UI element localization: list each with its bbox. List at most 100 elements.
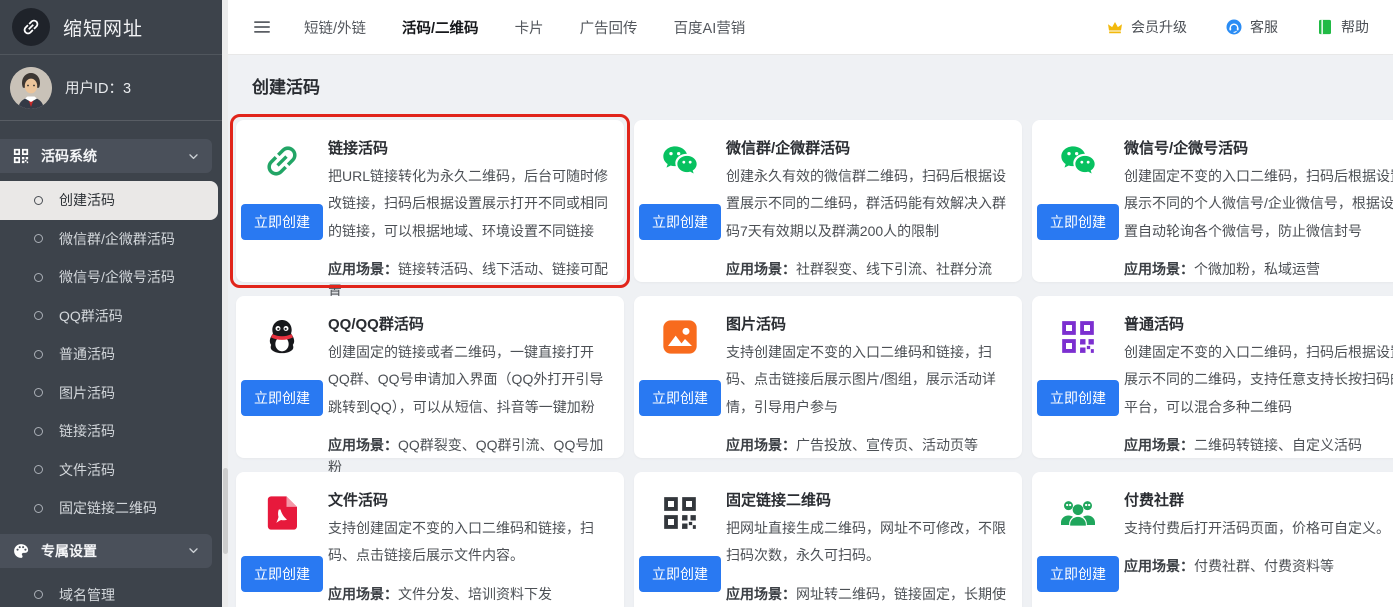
tab-ad-postback[interactable]: 广告回传 [580, 17, 638, 38]
sidebar-item-normal-live-code[interactable]: 普通活码 [0, 335, 222, 374]
crown-icon [1106, 18, 1124, 36]
member-upgrade-label: 会员升级 [1131, 17, 1187, 37]
card-description: 创建永久有效的微信群二维码，扫码后根据设置展示不同的二维码，群活码能有效解决入群… [726, 163, 1006, 245]
scenario-text: 广告投放、宣传页、活动页等 [796, 437, 978, 453]
card-description: 支持付费后打开活码页面，价格可自定义。 [1124, 515, 1393, 542]
card-scenario: 应用场景：社群裂变、线下引流、社群分流 [726, 258, 1006, 280]
create-now-button[interactable]: 立即创建 [639, 204, 721, 240]
card-description: 创建固定不变的入口二维码，扫码后根据设置展示不同的个人微信号/企业微信号，根据设… [1124, 163, 1393, 245]
tab-short-links[interactable]: 短链/外链 [304, 17, 366, 38]
customer-service-label: 客服 [1250, 17, 1278, 37]
scenario-prefix: 应用场景： [1124, 437, 1194, 453]
sidebar-item-label: 图片活码 [59, 383, 115, 403]
circle-marker-icon [34, 388, 43, 397]
scenario-prefix: 应用场景： [1124, 558, 1194, 574]
create-now-button[interactable]: 立即创建 [241, 556, 323, 592]
wechat-account-card: 立即创建 微信号/企微号活码 创建固定不变的入口二维码，扫码后根据设置展示不同的… [1032, 120, 1393, 282]
card-title: 付费社群 [1124, 489, 1393, 510]
circle-marker-icon [34, 427, 43, 436]
chevron-down-icon [187, 150, 200, 163]
card-description: 创建固定不变的入口二维码，扫码后根据设置展示不同的二维码，支持任意支持长按扫码的… [1124, 339, 1393, 421]
tab-baidu-ai-marketing[interactable]: 百度AI营销 [674, 17, 746, 38]
scenario-prefix: 应用场景： [726, 437, 796, 453]
member-upgrade-button[interactable]: 会员升级 [1106, 17, 1187, 37]
create-now-button[interactable]: 立即创建 [639, 556, 721, 592]
customer-service-icon [1225, 18, 1243, 36]
tab-live-code-qrcode[interactable]: 活码/二维码 [402, 17, 479, 38]
scenario-text: 文件分发、培训资料下发 [398, 586, 552, 602]
sidebar-user-panel: 用户ID：3 [0, 55, 222, 121]
card-scenario: 应用场景：个微加粉，私域运营 [1124, 258, 1393, 280]
scenario-text: 付费社群、付费资料等 [1194, 558, 1334, 574]
scenario-text: 个微加粉，私域运营 [1194, 261, 1320, 277]
wechat-group-card: 立即创建 微信群/企微群活码 创建永久有效的微信群二维码，扫码后根据设置展示不同… [634, 120, 1022, 282]
help-label: 帮助 [1341, 17, 1369, 37]
sidebar-item-label: 文件活码 [59, 460, 115, 480]
scenario-prefix: 应用场景： [726, 261, 796, 277]
card-title: QQ/QQ群活码 [328, 313, 608, 334]
sidebar-item-label: 链接活码 [59, 421, 115, 441]
app-title: 缩短网址 [63, 14, 143, 41]
sidebar-item-fixed-link-qrcode[interactable]: 固定链接二维码 [0, 489, 222, 528]
sidebar-item-wechat-account-code[interactable]: 微信号/企微号活码 [0, 258, 222, 297]
sidebar-group-exclusive-settings[interactable]: 专属设置 [0, 534, 212, 568]
qrcode-icon [1057, 316, 1099, 358]
paid-community-card: 立即创建 付费社群 支持付费后打开活码页面，价格可自定义。 应用场景：付费社群、… [1032, 472, 1393, 607]
sidebar-item-label: 微信群/企微群活码 [59, 229, 175, 249]
sidebar-item-label: QQ群活码 [59, 306, 123, 326]
create-now-button[interactable]: 立即创建 [639, 380, 721, 416]
circle-marker-icon [34, 350, 43, 359]
help-button[interactable]: 帮助 [1316, 17, 1369, 37]
card-description: 把URL链接转化为永久二维码，后台可随时修改链接，扫码后根据设置展示打开不同或相… [328, 163, 608, 245]
create-now-button[interactable]: 立即创建 [1037, 380, 1119, 416]
user-avatar [10, 67, 52, 109]
wechat-icon [659, 140, 701, 182]
sidebar-logo: 缩短网址 [0, 0, 222, 55]
circle-marker-icon [34, 196, 43, 205]
sidebar-item-domain-management[interactable]: 域名管理 [0, 576, 222, 607]
card-description: 支持创建固定不变的入口二维码和链接，扫码、点击链接后展示文件内容。 [328, 515, 608, 570]
qq-live-code-card: 立即创建 QQ/QQ群活码 创建固定的链接或者二维码，一键直接打开QQ群、QQ号… [236, 296, 624, 458]
circle-marker-icon [34, 590, 43, 599]
sidebar-item-qq-group-code[interactable]: QQ群活码 [0, 297, 222, 336]
tab-cards[interactable]: 卡片 [515, 17, 544, 38]
qrcode-icon [659, 492, 701, 534]
chevron-down-icon [187, 544, 200, 557]
scenario-text: 社群裂变、线下引流、社群分流 [796, 261, 992, 277]
sidebar-group-live-code-system[interactable]: 活码系统 [0, 139, 212, 173]
sidebar: 缩短网址 用户ID：3 活码系统 创建活码 微信群/企微群活码 微信号/企微号活… [0, 0, 222, 607]
card-scenario: 应用场景：广告投放、宣传页、活动页等 [726, 434, 1006, 456]
create-now-button[interactable]: 立即创建 [241, 380, 323, 416]
palette-icon [12, 542, 30, 560]
sidebar-item-link-live-code[interactable]: 链接活码 [0, 412, 222, 451]
sidebar-item-file-live-code[interactable]: 文件活码 [0, 451, 222, 490]
create-now-button[interactable]: 立即创建 [241, 204, 323, 240]
file-live-code-card: 立即创建 文件活码 支持创建固定不变的入口二维码和链接，扫码、点击链接后展示文件… [236, 472, 624, 607]
sidebar-item-image-live-code[interactable]: 图片活码 [0, 374, 222, 413]
create-now-button[interactable]: 立即创建 [1037, 556, 1119, 592]
sidebar-item-label: 固定链接二维码 [59, 498, 157, 518]
card-grid: 立即创建 链接活码 把URL链接转化为永久二维码，后台可随时修改链接，扫码后根据… [236, 120, 1393, 607]
sidebar-group-label: 专属设置 [41, 541, 97, 561]
card-description: 创建固定的链接或者二维码，一键直接打开QQ群、QQ号申请加入界面（QQ外打开引导… [328, 339, 608, 421]
help-book-icon [1316, 18, 1334, 36]
customer-service-button[interactable]: 客服 [1225, 17, 1278, 37]
content-area: 创建活码 立即创建 链接活码 把URL链接转化为永久二维码，后台可随时修改链接，… [228, 55, 1393, 607]
fixed-link-qrcode-card: 立即创建 固定链接二维码 把网址直接生成二维码，网址不可修改，不限扫码次数，永久… [634, 472, 1022, 607]
sidebar-item-wechat-group-code[interactable]: 微信群/企微群活码 [0, 220, 222, 259]
topbar: 短链/外链 活码/二维码 卡片 广告回传 百度AI营销 会员升级 客服 帮助 [228, 0, 1393, 55]
card-title: 图片活码 [726, 313, 1006, 334]
sidebar-item-create-live-code[interactable]: 创建活码 [0, 181, 218, 220]
scenario-prefix: 应用场景： [1124, 261, 1194, 277]
sidebar-group-label: 活码系统 [41, 146, 97, 166]
scenario-prefix: 应用场景： [328, 437, 398, 453]
qq-icon [261, 316, 303, 358]
normal-live-code-card: 立即创建 普通活码 创建固定不变的入口二维码，扫码后根据设置展示不同的二维码，支… [1032, 296, 1393, 458]
card-title: 链接活码 [328, 137, 608, 158]
scenario-prefix: 应用场景： [726, 586, 796, 602]
hamburger-menu-icon[interactable] [252, 17, 272, 37]
create-now-button[interactable]: 立即创建 [1037, 204, 1119, 240]
sidebar-scrollbar-thumb[interactable] [223, 468, 228, 554]
main-area: 短链/外链 活码/二维码 卡片 广告回传 百度AI营销 会员升级 客服 帮助 创… [228, 0, 1393, 607]
group-icon [1057, 492, 1099, 534]
